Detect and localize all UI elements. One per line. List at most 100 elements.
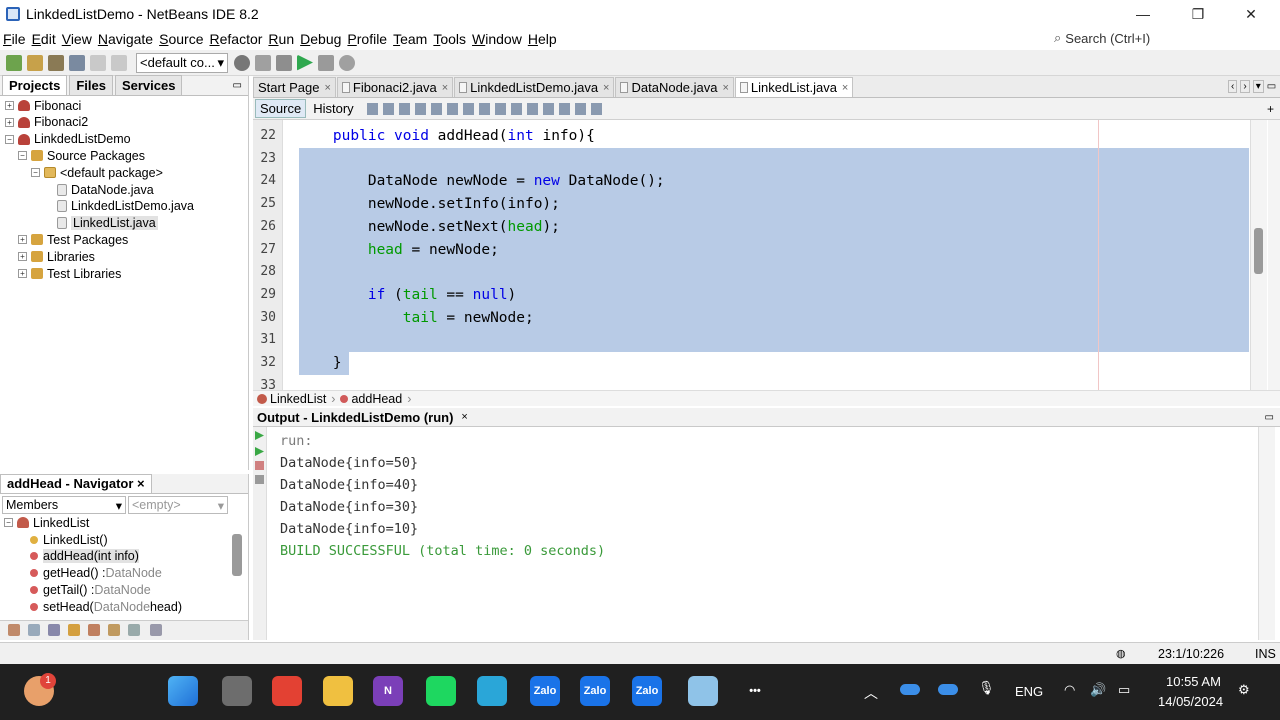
language-indicator[interactable]: ENG: [1015, 684, 1043, 699]
filter-icon-3[interactable]: [48, 624, 60, 636]
menu-help[interactable]: Help: [528, 31, 557, 47]
tab-files[interactable]: Files: [69, 75, 113, 95]
navigator-root[interactable]: − LinkedList: [4, 514, 89, 531]
microphone-icon[interactable]: 🎙: [978, 680, 995, 696]
clean-build-icon[interactable]: [255, 54, 271, 71]
more-apps-icon[interactable]: •••: [740, 676, 770, 706]
editor-tab[interactable]: LinkedList.java ×: [734, 77, 854, 97]
new-project-icon[interactable]: [27, 54, 43, 71]
filter-icon-6[interactable]: [108, 624, 120, 636]
members-filter-select[interactable]: Members ▾: [2, 496, 126, 514]
expand-icon[interactable]: +: [18, 269, 27, 278]
onenote-icon[interactable]: N: [373, 676, 403, 706]
output-scrollbar[interactable]: [1258, 427, 1275, 640]
menu-run[interactable]: Run: [268, 31, 294, 47]
editor-tools-icons[interactable]: [366, 102, 607, 115]
tab-projects[interactable]: Projects: [2, 75, 68, 95]
minimize-button[interactable]: —: [1120, 0, 1166, 28]
clock-date[interactable]: 14/05/2024: [1158, 694, 1223, 709]
collapse-icon[interactable]: −: [4, 518, 13, 527]
hammer-broom-icon[interactable]: [276, 54, 292, 71]
tab-list-icon[interactable]: ▾: [1252, 79, 1264, 93]
open-project-icon[interactable]: [48, 54, 64, 71]
tree-item[interactable]: + Test Libraries: [18, 265, 121, 282]
empty-filter-select[interactable]: <empty> ▾: [128, 496, 228, 514]
output-console[interactable]: run: DataNode{info=50} DataNode{info=40} Da…: [268, 427, 1258, 640]
aperture-app-icon[interactable]: [477, 676, 507, 706]
collapse-icon[interactable]: −: [5, 134, 14, 144]
redo-icon[interactable]: [111, 54, 127, 71]
spotify-icon[interactable]: [426, 676, 456, 706]
onedrive-icon-2[interactable]: [938, 684, 958, 695]
maximize-button[interactable]: ❐: [1175, 0, 1221, 28]
collapse-icon[interactable]: −: [31, 168, 40, 178]
navigator-member[interactable]: getTail() : DataNode: [30, 581, 151, 598]
netbeans-icon[interactable]: [688, 676, 718, 706]
menu-team[interactable]: Team: [393, 31, 427, 47]
close-tab-icon[interactable]: ×: [603, 82, 609, 94]
tab-source[interactable]: Source: [255, 99, 307, 118]
minimize-panel-icon[interactable]: ▭: [1265, 412, 1274, 423]
menu-edit[interactable]: Edit: [32, 31, 56, 47]
navigator-close-icon[interactable]: ×: [137, 476, 145, 491]
new-file-icon[interactable]: [6, 54, 22, 71]
tree-item[interactable]: + Libraries: [18, 248, 95, 265]
chrome-icon[interactable]: [272, 676, 302, 706]
maximize-editor-icon[interactable]: ▭: [1267, 81, 1276, 92]
output-close-icon[interactable]: ×: [461, 411, 467, 423]
chevron-up-icon[interactable]: ︿: [864, 683, 878, 703]
debug-icon[interactable]: [318, 54, 334, 71]
volume-icon[interactable]: 🔊: [1090, 682, 1106, 698]
tree-item[interactable]: + Test Packages: [18, 231, 128, 248]
tree-item[interactable]: + Fibonaci2: [5, 114, 88, 131]
navigator-title[interactable]: addHead - Navigator ×: [0, 473, 152, 494]
tab-scroll-left-icon[interactable]: ‹: [1228, 79, 1238, 93]
battery-icon[interactable]: ▭: [1118, 682, 1130, 698]
filter-icon-2[interactable]: [28, 624, 40, 636]
zalo-icon-3[interactable]: Zalo: [632, 676, 662, 706]
menu-view[interactable]: View: [62, 31, 92, 47]
menu-debug[interactable]: Debug: [300, 31, 341, 47]
output-title[interactable]: Output - LinkdedListDemo (run): [253, 410, 457, 425]
menu-window[interactable]: Window: [472, 31, 522, 47]
expand-icon[interactable]: +: [5, 117, 14, 127]
tab-history[interactable]: History: [308, 99, 358, 118]
navigator-scroll-thumb[interactable]: [232, 534, 242, 576]
close-tab-icon[interactable]: ×: [324, 82, 330, 94]
notification-icon[interactable]: ◍: [1116, 647, 1126, 660]
save-all-icon[interactable]: [69, 54, 85, 71]
build-icon[interactable]: [234, 54, 250, 71]
close-tab-icon[interactable]: ×: [442, 82, 448, 94]
task-view-icon[interactable]: [222, 676, 252, 706]
tree-item[interactable]: − LinkdedListDemo: [5, 131, 131, 148]
tree-item[interactable]: − <default package>: [31, 164, 163, 181]
close-tab-icon[interactable]: ×: [722, 82, 728, 94]
profile-icon[interactable]: [339, 54, 355, 71]
breadcrumb-class[interactable]: LinkedList: [270, 392, 326, 406]
filter-icon[interactable]: [8, 624, 20, 636]
sort-icon-2[interactable]: [150, 624, 162, 636]
collapse-icon[interactable]: −: [18, 151, 27, 161]
tree-item[interactable]: LinkedList.java: [44, 215, 158, 232]
filter-icon-5[interactable]: [88, 624, 100, 636]
tree-item[interactable]: DataNode.java: [44, 181, 154, 198]
minimize-panel-icon[interactable]: ▭: [233, 80, 242, 91]
rerun-with-params-icon[interactable]: [255, 447, 264, 456]
tab-scroll-right-icon[interactable]: ›: [1240, 79, 1250, 93]
clock-time[interactable]: 10:55 AM: [1166, 674, 1221, 689]
editor-tab[interactable]: Start Page ×: [253, 77, 336, 97]
menu-profile[interactable]: Profile: [347, 31, 387, 47]
close-button[interactable]: ✕: [1228, 0, 1274, 28]
menu-navigate[interactable]: Navigate: [98, 31, 153, 47]
search-input[interactable]: ⌕ Search (Ctrl+I): [1054, 28, 1272, 48]
editor-tab[interactable]: DataNode.java ×: [615, 77, 734, 97]
navigator-member[interactable]: setHead(DataNode head): [30, 598, 182, 615]
undo-icon[interactable]: [90, 54, 106, 71]
tree-item[interactable]: + Fibonaci: [5, 97, 81, 114]
editor-scroll-thumb[interactable]: [1254, 228, 1263, 274]
settings-icon[interactable]: [255, 475, 264, 484]
editor-tab[interactable]: LinkdedListDemo.java ×: [454, 77, 615, 97]
navigator-member[interactable]: LinkedList(): [30, 531, 108, 548]
tree-item[interactable]: − Source Packages: [18, 147, 145, 164]
menu-refactor[interactable]: Refactor: [209, 31, 262, 47]
